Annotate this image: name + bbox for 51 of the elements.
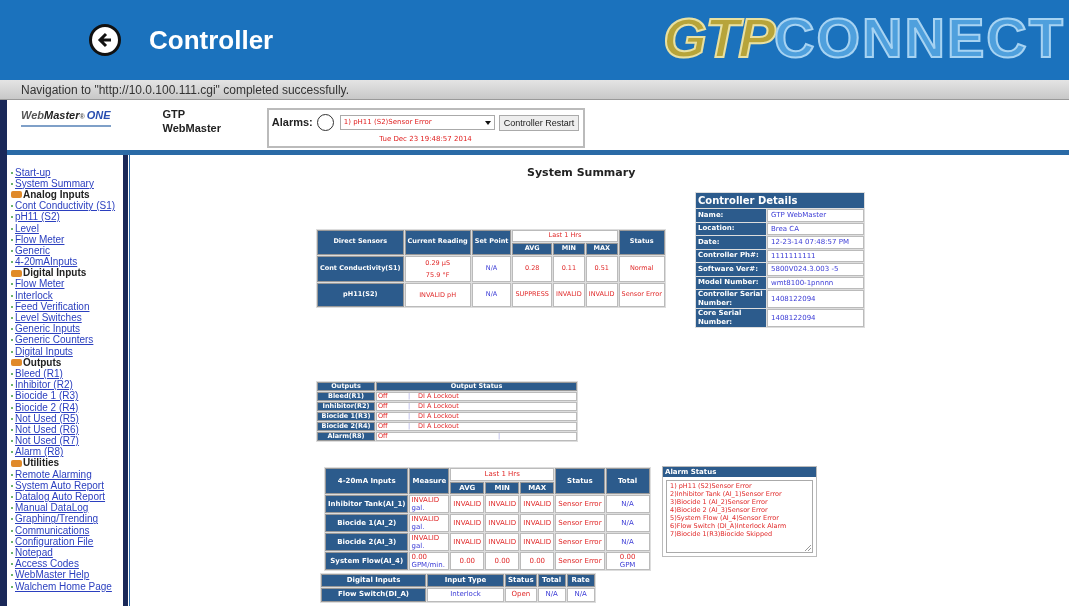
sidebar-link[interactable]: System Summary — [15, 178, 94, 189]
back-button[interactable] — [89, 24, 121, 56]
sidebar-link[interactable]: Inhibitor (R2) — [15, 380, 73, 391]
sidebar-link[interactable]: Generic — [15, 245, 50, 256]
sidebar-link[interactable]: Biocide 1 (R3) — [15, 391, 79, 402]
resize-grip-icon — [805, 545, 811, 551]
sidebar-link[interactable]: Start-up — [15, 167, 51, 178]
sidebar-link[interactable]: pH11 (S2) — [15, 212, 60, 223]
sidebar-link[interactable]: Communications — [15, 525, 90, 536]
alarm-list-field[interactable] — [666, 480, 813, 553]
sidebar-link[interactable]: Flow Meter — [15, 279, 65, 290]
sidebar-link[interactable]: Manual DataLog — [15, 503, 89, 514]
sidebar-link[interactable]: Not Used (R7) — [15, 436, 79, 447]
sidebar-link[interactable]: Bleed (R1) — [15, 368, 63, 379]
sidebar-link[interactable]: Remote Alarming — [15, 469, 92, 480]
page-title: Controller — [149, 23, 274, 57]
alarms-label: Alarms: — [271, 115, 313, 131]
alarm-indicator-icon — [316, 114, 334, 131]
sidebar-link[interactable]: WebMaster Help — [15, 570, 90, 581]
sidebar-heading: Outputs — [23, 357, 62, 368]
sidebar-link[interactable]: Configuration File — [15, 536, 94, 547]
sidebar-link[interactable]: Feed Verification — [15, 301, 90, 312]
sidebar-link[interactable]: Generic Inputs — [15, 324, 81, 335]
sidebar-link[interactable]: Interlock — [15, 290, 53, 301]
restart-button[interactable]: Controller Restart — [498, 114, 580, 131]
sidebar-link[interactable]: Biocide 2 (R4) — [15, 402, 79, 413]
sidebar-link[interactable]: Notepad — [15, 547, 53, 558]
sidebar-link[interactable]: Flow Meter — [15, 234, 65, 245]
sidebar-link[interactable]: Cont Conductivity (S1) — [15, 201, 116, 212]
sidebar-link[interactable]: Walchem Home Page — [15, 581, 112, 592]
sidebar-link[interactable]: Level Switches — [15, 313, 82, 324]
gtp-connect-logo: GTPCONNECT — [663, 10, 1065, 66]
sidebar-link[interactable]: Level — [15, 223, 39, 234]
sidebar-link[interactable]: Datalog Auto Report — [15, 492, 106, 503]
sidebar-link[interactable]: System Auto Report — [15, 480, 104, 491]
sidebar-link[interactable]: 4-20mAInputs — [15, 257, 78, 268]
sidebar-link[interactable]: Digital Inputs — [15, 346, 73, 357]
unit-name: GTP WebMaster — [162, 107, 222, 135]
sidebar-link[interactable]: Alarm (R8) — [15, 447, 64, 458]
navigation-message: Navigation to "http://10.0.100.111.cgi" completed successfully. — [21, 81, 350, 99]
section-title: System Summary — [527, 165, 637, 181]
details-title: Controller Details — [696, 193, 864, 208]
sidebar-heading: Utilities — [23, 458, 60, 469]
sidebar-heading: Digital Inputs — [23, 268, 87, 279]
sidebar-link[interactable]: Not Used (R5) — [15, 413, 79, 424]
sidebar-link[interactable]: Access Codes — [15, 559, 79, 570]
sidebar-heading: Analog Inputs — [23, 189, 90, 200]
sidebar-link[interactable]: Graphing/Trending — [15, 514, 98, 525]
dropdown-caret-icon — [484, 120, 491, 125]
sidebar-link[interactable]: Not Used (R6) — [15, 424, 79, 435]
sidebar-link[interactable]: Generic Counters — [15, 335, 94, 346]
